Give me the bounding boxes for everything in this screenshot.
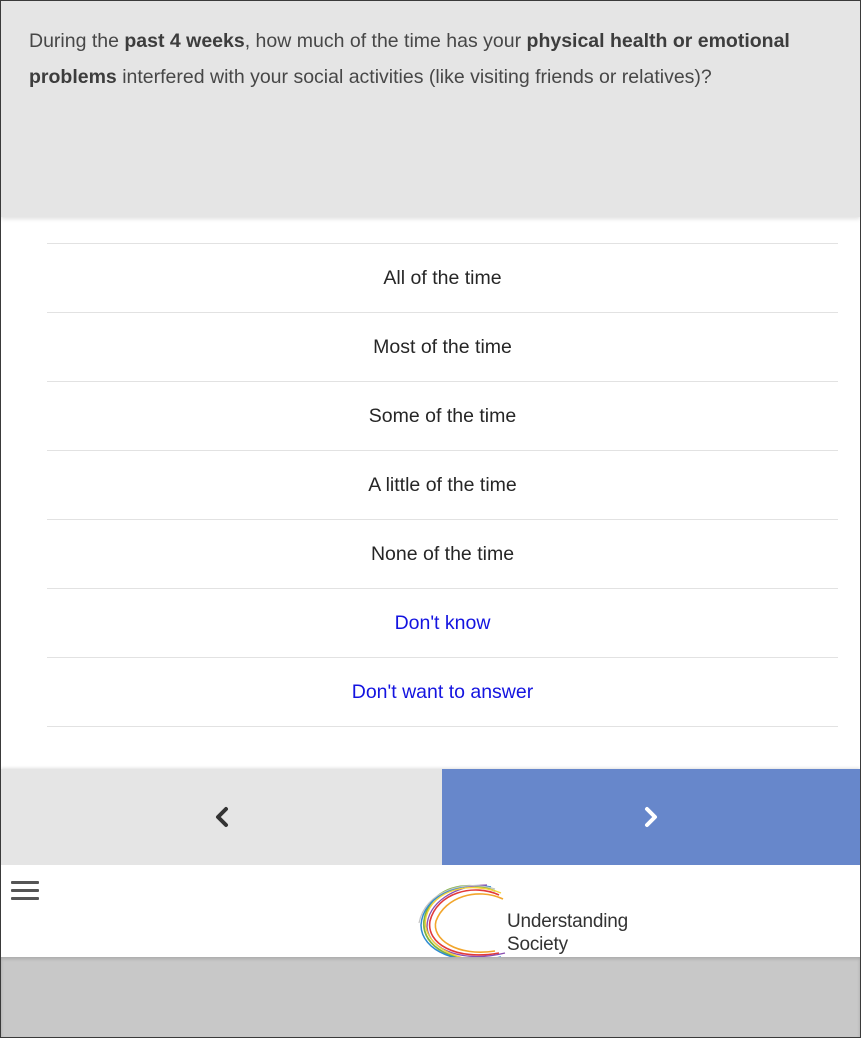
logo-text: Understanding Society xyxy=(507,910,628,956)
question-text: During the past 4 weeks, how much of the… xyxy=(29,23,839,95)
footer: Understanding Society xyxy=(1,865,860,962)
question-panel: During the past 4 weeks, how much of the… xyxy=(1,1,860,217)
answer-option-most-of-the-time[interactable]: Most of the time xyxy=(47,313,838,382)
question-text-part: , how much of the time has your xyxy=(244,30,527,52)
previous-button[interactable] xyxy=(1,769,442,865)
chevron-right-icon xyxy=(645,807,657,827)
answer-option-a-little-of-the-time[interactable]: A little of the time xyxy=(47,451,838,520)
answer-option-none-of-the-time[interactable]: None of the time xyxy=(47,520,838,589)
answer-option-some-of-the-time[interactable]: Some of the time xyxy=(47,382,838,451)
next-button[interactable] xyxy=(442,769,860,865)
navigation-bar xyxy=(1,769,860,865)
hamburger-menu-icon[interactable] xyxy=(11,881,39,903)
question-text-part: During the xyxy=(29,30,125,52)
answer-option-dont-know[interactable]: Don't know xyxy=(47,589,838,658)
answer-option-all-of-the-time[interactable]: All of the time xyxy=(47,244,838,313)
logo-text-line-2: Society xyxy=(507,934,568,955)
survey-screen: During the past 4 weeks, how much of the… xyxy=(0,0,861,1038)
logo-text-line-1: Understanding xyxy=(507,911,628,932)
question-text-part: interfered with your social activities (… xyxy=(116,66,712,88)
chevron-left-icon xyxy=(215,807,228,827)
question-emphasis-period: past 4 weeks xyxy=(124,30,245,52)
understanding-society-logo: Understanding Society xyxy=(415,881,655,963)
bottom-gray-strip xyxy=(1,957,860,1037)
answer-option-dont-want-to-answer[interactable]: Don't want to answer xyxy=(47,658,838,727)
answer-options-list: All of the time Most of the time Some of… xyxy=(47,243,838,727)
